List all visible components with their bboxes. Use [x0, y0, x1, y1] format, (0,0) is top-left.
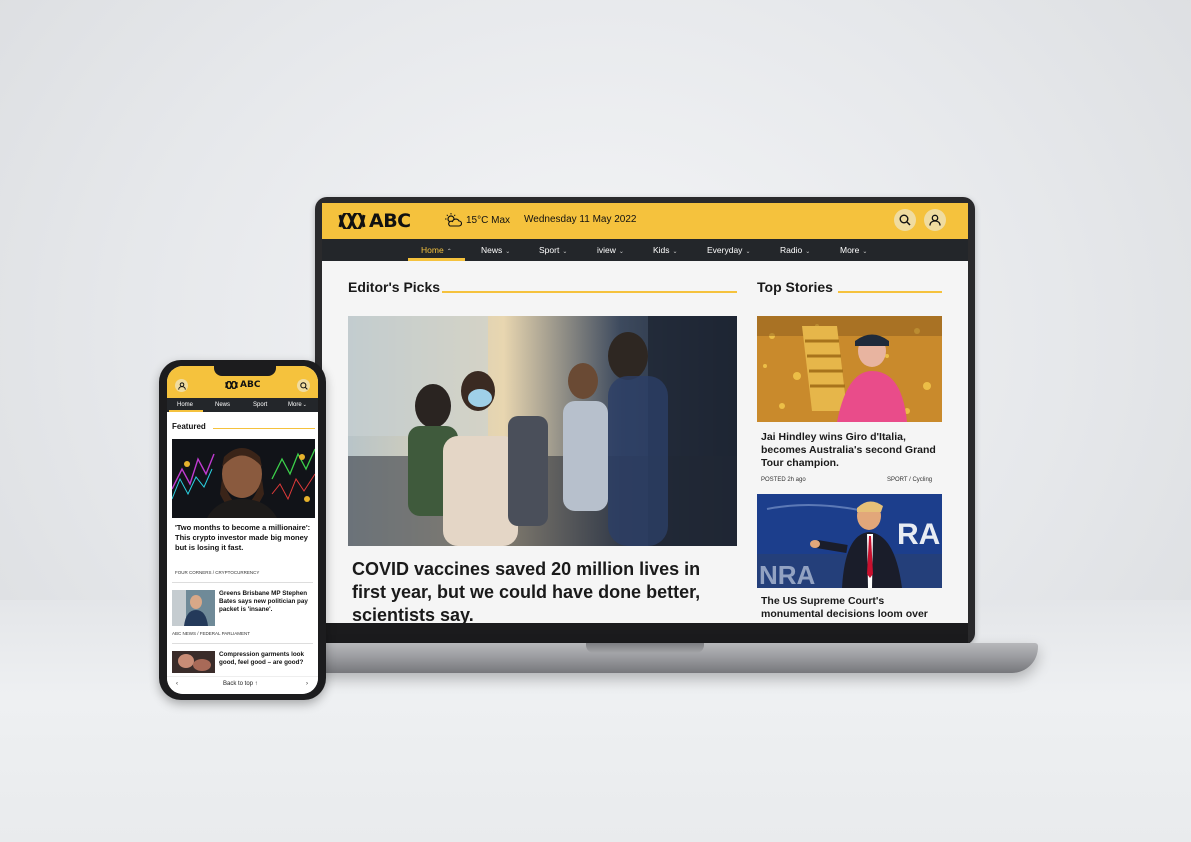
story-category[interactable]: FOUR CORNERS / CRYPTOCURRENCY: [175, 570, 259, 575]
phone-notch: [214, 364, 276, 376]
featured-title: Featured: [172, 422, 206, 431]
mobile-bottom-bar: ‹ Back to top ↑ ›: [167, 676, 318, 694]
nav-iview[interactable]: iview ⌄: [597, 239, 624, 261]
abc-lissajous-icon: [338, 213, 366, 229]
user-icon: [929, 214, 941, 226]
chevron-down-icon: ⌄: [618, 249, 624, 255]
chevron-left-icon[interactable]: ‹: [176, 681, 178, 687]
mobile-screen: ABC Home News Sport More⌄ Featured 'Two …: [167, 366, 318, 694]
chevron-up-icon: ⌃: [446, 249, 452, 255]
story-thumbnail[interactable]: [172, 651, 215, 673]
abc-logo[interactable]: ABC: [225, 380, 260, 390]
search-button[interactable]: [894, 209, 916, 231]
section-divider: [213, 428, 315, 429]
search-icon: [299, 381, 308, 390]
brand-name: ABC: [369, 210, 411, 232]
nav-kids[interactable]: Kids ⌄: [653, 239, 678, 261]
svg-text:NRA: NRA: [759, 560, 816, 588]
chevron-down-icon: ⌄: [562, 249, 568, 255]
nav-sport[interactable]: Sport ⌄: [539, 239, 567, 261]
nav-label: Radio: [780, 245, 803, 255]
nav-label: Home: [421, 245, 444, 255]
account-button[interactable]: [175, 379, 188, 392]
desktop-screen: ABC 15°C Max Wednesday 11 May 2022 Home: [322, 203, 968, 623]
top-story-headline[interactable]: The US Supreme Court's monumental decisi…: [761, 595, 941, 621]
nav-label: iview: [597, 245, 616, 255]
nav-news[interactable]: News: [215, 398, 230, 412]
top-stories-title: Top Stories: [757, 279, 833, 295]
abc-logo[interactable]: ABC: [338, 210, 411, 232]
section-divider: [838, 291, 942, 293]
chevron-down-icon: ⌄: [302, 402, 307, 408]
account-button[interactable]: [924, 209, 946, 231]
story-category[interactable]: ABC NEWS / FEDERAL PARLIAMENT: [172, 631, 250, 636]
weather-widget[interactable]: 15°C Max: [444, 213, 510, 227]
top-story-headline[interactable]: Jai Hindley wins Giro d'Italia, becomes …: [761, 431, 941, 470]
hero-headline[interactable]: COVID vaccines saved 20 million lives in…: [352, 558, 737, 623]
section-divider: [442, 291, 737, 293]
brand-name: ABC: [240, 380, 261, 390]
nav-label: Sport: [539, 245, 560, 255]
top-story-image[interactable]: [757, 316, 942, 422]
nav-sport[interactable]: Sport: [253, 398, 267, 412]
mobile-nav: Home News Sport More⌄: [167, 398, 318, 412]
abc-lissajous-icon: [225, 381, 238, 389]
chevron-down-icon: ⌄: [745, 249, 751, 255]
chevron-down-icon: ⌄: [862, 249, 868, 255]
nav-everyday[interactable]: Everyday ⌄: [707, 239, 750, 261]
featured-story-image[interactable]: [172, 439, 315, 518]
user-icon: [177, 381, 186, 390]
back-to-top-link[interactable]: Back to top ↑: [223, 681, 258, 687]
chevron-down-icon: ⌄: [805, 249, 811, 255]
nav-label: More: [840, 245, 860, 255]
laptop-chin: [322, 623, 968, 643]
search-icon: [899, 214, 911, 226]
nav-more[interactable]: More⌄: [288, 398, 307, 412]
nav-label: Kids: [653, 245, 670, 255]
nav-active-indicator: [169, 410, 203, 412]
nav-active-indicator: [408, 258, 465, 261]
editors-picks-title: Editor's Picks: [348, 279, 441, 295]
hero-story-image[interactable]: [348, 316, 737, 546]
nav-news[interactable]: News ⌄: [481, 239, 510, 261]
nav-label: News: [481, 245, 503, 255]
featured-headline[interactable]: 'Two months to become a millionaire': Th…: [175, 523, 315, 553]
story-thumbnail[interactable]: [172, 590, 215, 626]
partly-cloudy-icon: [445, 213, 462, 227]
desktop-nav: Home ⌃ News ⌄ Sport ⌄ iview ⌄ Kids ⌄ Everyday…: [322, 239, 968, 261]
story-headline[interactable]: Greens Brisbane MP Stephen Bates says ne…: [219, 590, 315, 614]
svg-text:RA: RA: [897, 518, 940, 551]
chevron-down-icon: ⌄: [505, 249, 511, 255]
nav-label: Everyday: [707, 245, 743, 255]
search-button[interactable]: [297, 379, 310, 392]
chevron-down-icon: ⌄: [672, 249, 678, 255]
story-category[interactable]: SPORT / Cycling: [887, 477, 932, 483]
nav-more[interactable]: More⌄: [840, 239, 867, 261]
story-headline[interactable]: Compression garments look good, feel goo…: [219, 651, 315, 667]
chevron-right-icon[interactable]: ›: [306, 681, 308, 687]
desktop-header: ABC 15°C Max Wednesday 11 May 2022: [322, 203, 968, 239]
laptop-trackpad-notch: [586, 643, 704, 653]
nav-label: More: [288, 402, 302, 408]
list-divider: [172, 643, 313, 644]
list-divider: [172, 582, 313, 583]
top-story-image[interactable]: NRA RA: [757, 494, 942, 588]
story-posted-time: POSTED 2h ago: [761, 477, 806, 483]
current-date: Wednesday 11 May 2022: [524, 214, 637, 225]
weather-label: 15°C Max: [466, 214, 511, 226]
nav-radio[interactable]: Radio ⌄: [780, 239, 810, 261]
